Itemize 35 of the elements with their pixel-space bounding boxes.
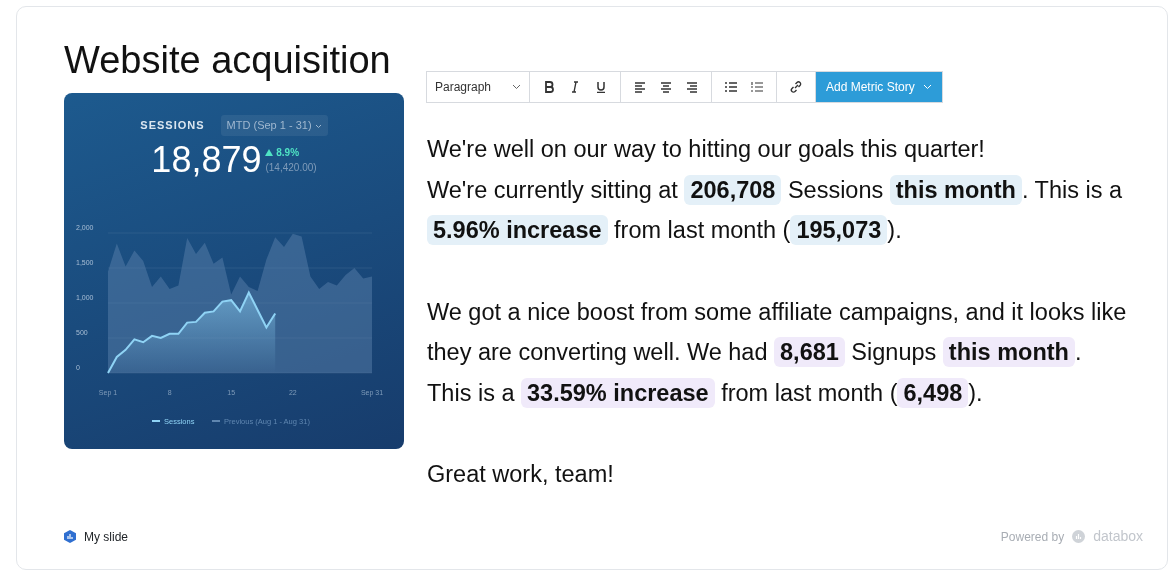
metric-chip[interactable]: this month [889,174,1022,205]
metric-chip[interactable]: 6,498 [897,377,969,408]
up-triangle-icon [265,149,274,157]
chart-logo-icon [64,530,76,543]
story-paragraph: We got a nice boost from some affiliate campaigns, and it looks like they are converting well. We had 8,681 Signups this month . This is a 33.59% increase from last month ( 6,498 ). [427,297,1128,410]
numbered-list-icon [751,81,763,93]
style-dropdown[interactable]: Paragraph [427,72,529,102]
slide-name: My slide [84,528,128,546]
brand-name: databox [1093,527,1143,546]
align-center-icon [660,81,672,93]
metric-value: 18,879 [151,139,262,180]
bullet-list-icon [725,81,737,93]
bold-icon [543,81,555,93]
metric-chip[interactable]: 5.96% increase [427,215,608,245]
metric-chip[interactable]: 8,681 [774,337,845,367]
italic-icon [569,81,581,93]
story-paragraph: We're well on our way to hitting our goals this quarter! We're currently sitting at 206,708 Sessions this month . This is a 5.96% increase from last month ( 195,073 ). [427,135,1124,247]
page-title: Website acquisition [64,38,391,83]
align-left-icon [634,81,646,93]
metric-chip[interactable]: 33.59% increase [521,377,715,408]
chevron-icon [922,84,932,90]
metric-label: SESSIONS [140,118,205,133]
story-paragraph: Great work, team! [427,460,615,489]
brand-logo-icon [1072,530,1086,543]
metric-chip[interactable]: this month [942,337,1075,367]
chevron-icon [512,84,521,90]
change-value: 8.9% [265,144,317,160]
chevron-icon [314,123,322,129]
align-right-icon [686,81,698,93]
metric-chip[interactable]: 206,708 [684,174,782,205]
metric-chip[interactable]: 195,073 [790,215,888,245]
powered-by-label: Powered by [1000,528,1065,546]
previous-value: (14,420.00) [265,160,317,175]
link-icon [790,81,802,93]
underline-icon [595,81,607,93]
